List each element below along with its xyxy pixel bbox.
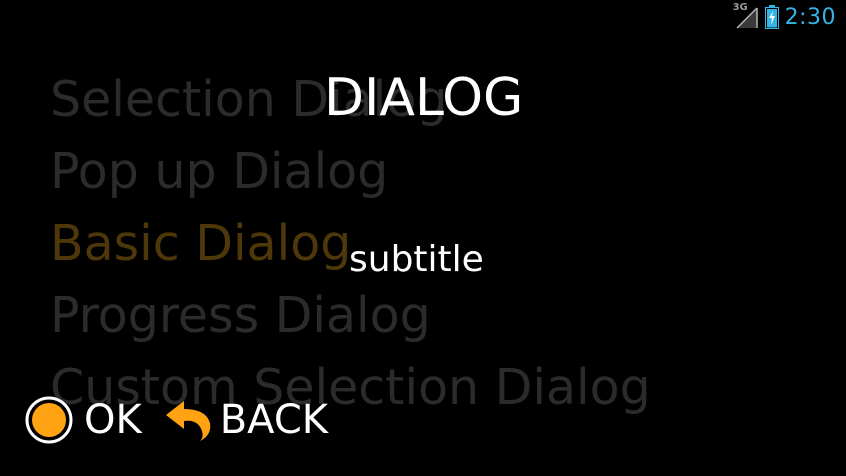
signal-icon: 3G [732, 2, 759, 30]
list-item-progress-dialog: Progress Dialog [50, 287, 431, 344]
app-screen: 3G 2:30 Selection Dialog Pop up Dialog B… [0, 0, 846, 476]
list-item-popup-dialog: Pop up Dialog [50, 143, 389, 200]
ok-button[interactable]: OK [24, 395, 142, 445]
radio-ok-icon [24, 395, 74, 445]
status-bar: 3G 2:30 [733, 0, 846, 34]
back-button[interactable]: BACK [142, 396, 328, 444]
dialog-subtitle: subtitle [349, 239, 484, 280]
dialog-title: DIALOG [324, 68, 524, 128]
battery-charging-icon [764, 5, 779, 29]
back-arrow-icon [164, 397, 212, 443]
back-label: BACK [219, 397, 328, 443]
ok-label: OK [84, 397, 142, 443]
network-type-label: 3G [732, 2, 748, 13]
dialog-actions: OK BACK [24, 392, 328, 448]
status-clock: 2:30 [784, 4, 836, 30]
